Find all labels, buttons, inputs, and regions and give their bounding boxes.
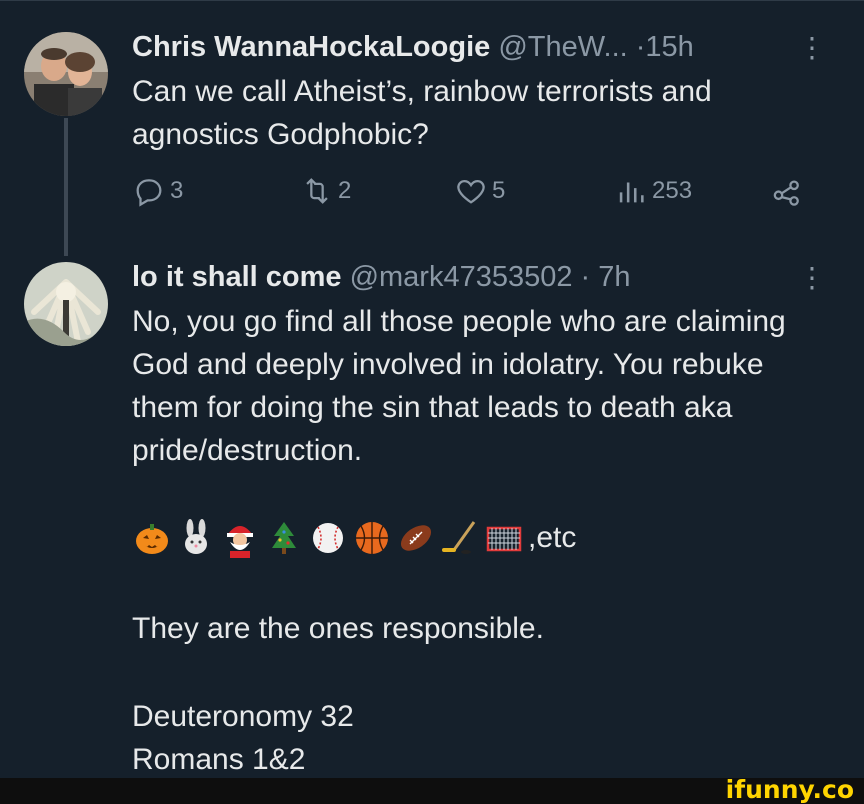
display-name[interactable]: lo it shall come [132,261,342,293]
football-icon [400,525,432,551]
tweet-text-2: They are the ones responsible. [132,612,544,645]
views-button[interactable]: 253 [614,174,692,208]
hockey-stick-icon [442,521,476,554]
tweet-2[interactable]: lo it shall come @mark47353502 · 7h ⋮ No… [0,250,864,780]
tweet-header: lo it shall come @mark47353502 · 7h [132,260,631,294]
goal-net-icon [486,526,522,552]
jack-o-lantern-icon [136,524,168,554]
emoji-row: ,etc [132,518,576,558]
view-count: 253 [652,177,693,204]
rabbit-icon [185,519,207,554]
separator-dot: · [635,31,646,63]
emoji-suffix: ,etc [528,521,577,554]
tweet-header: Chris WannaHockaLoogie @TheW... ·15h [132,30,694,64]
tweet-text-3: Deuteronomy 32 [132,700,354,733]
tweet-text-4: Romans 1&2 [132,743,306,776]
separator-dot: · [580,261,591,293]
display-name[interactable]: Chris WannaHockaLoogie [132,31,490,63]
avatar[interactable] [24,32,108,116]
basketball-icon [356,522,388,554]
share-icon [773,180,799,206]
user-handle[interactable]: @mark47353502 [350,261,573,293]
timestamp[interactable]: 7h [598,261,630,293]
timestamp[interactable]: 15h [645,31,693,63]
action-bar: 3 2 5 253 [132,174,812,214]
more-options-icon[interactable]: ⋮ [798,264,826,292]
repost-icon [306,178,328,204]
share-button[interactable] [770,174,804,208]
repost-button[interactable]: 2 [300,174,351,208]
tweet-text: Can we call Atheist’s, rainbow terrorist… [132,75,712,151]
baseball-icon [313,523,343,553]
like-count: 5 [492,177,506,204]
repost-count: 2 [338,177,352,204]
santa-icon [227,526,253,558]
tweet-1[interactable]: Chris WannaHockaLoogie @TheW... ·15h ⋮ C… [0,0,864,256]
christmas-tree-icon [272,522,296,554]
more-options-icon[interactable]: ⋮ [798,34,826,62]
avatar[interactable] [24,262,108,346]
reply-icon [136,179,162,207]
views-chart-icon [619,182,644,203]
like-button[interactable]: 5 [454,174,505,208]
heart-icon [457,179,485,204]
thread-connector [64,118,68,256]
user-handle[interactable]: @TheW... [498,31,627,63]
tweet-text: No, you go find all those people who are… [132,305,786,467]
ifunny-watermark: ifunny.co [725,775,854,804]
reply-button[interactable]: 3 [132,174,183,208]
reply-count: 3 [170,177,184,204]
